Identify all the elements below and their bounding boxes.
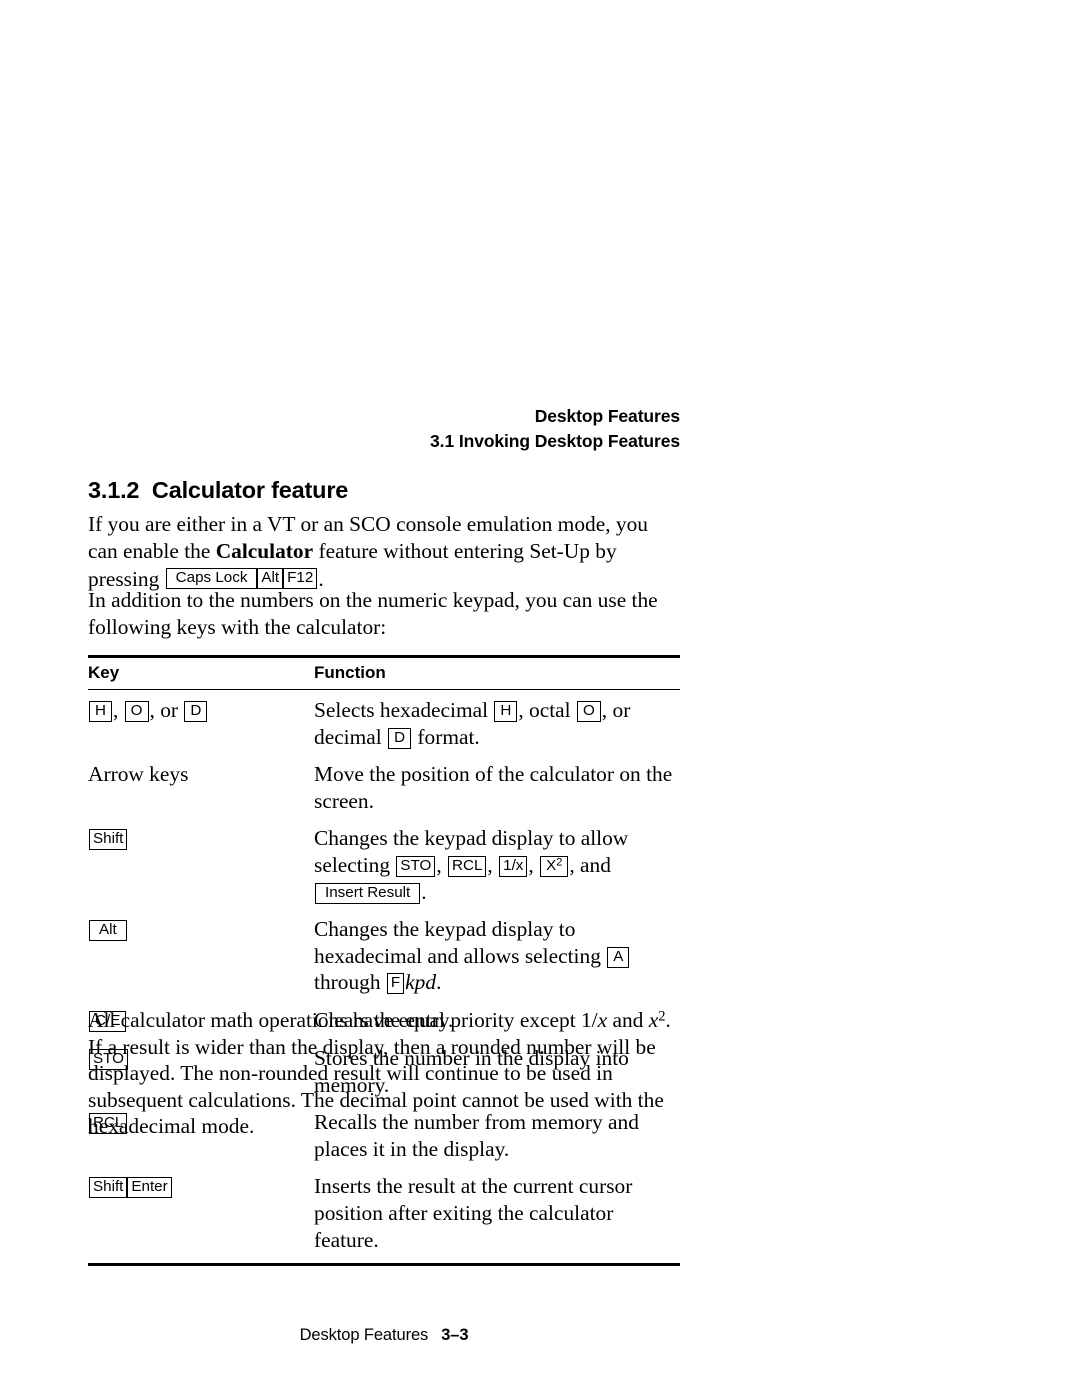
key-cap-x-squared-base: X	[546, 856, 557, 874]
function-text-part-5: , and	[569, 852, 611, 877]
function-text-part-3: .	[436, 970, 442, 995]
table-bottom-rule	[88, 1263, 680, 1267]
closing-paragraph: All calculator math operations have equa…	[88, 1007, 680, 1140]
math-exponent-two: 2	[658, 1008, 666, 1025]
function-text-part-1: Selects hexadecimal	[314, 698, 494, 722]
function-text-part-2: , octal	[518, 698, 576, 722]
key-sequence-shift-enter: Shift Enter	[89, 1173, 172, 1200]
table-cell-function: Move the position of the calculator on t…	[314, 762, 673, 813]
table-cell-key: H, O, or D	[88, 697, 308, 724]
closing-text-part-1: All calculator math operations have equa…	[88, 1008, 598, 1032]
page-footer: Desktop Features 3–3	[88, 1325, 680, 1345]
key-cap-h-inline: H	[494, 701, 518, 722]
key-separator-1: ,	[112, 698, 124, 722]
key-cap-enter: Enter	[127, 1177, 172, 1199]
function-text-part-4: format.	[412, 724, 480, 749]
table-cell-function: Changes the keypad display to hexadecima…	[314, 916, 680, 996]
table-row: Arrow keys Move the position of the calc…	[88, 761, 680, 825]
key-cap-a-inline: A	[607, 946, 630, 968]
key-label-arrow-keys: Arrow keys	[88, 762, 189, 787]
key-cap-d-inline: D	[388, 727, 412, 749]
table-header-key: Key	[88, 663, 120, 682]
section-heading: 3.1.2 Calculator feature	[88, 477, 349, 503]
running-head: Desktop Features 3.1 Invoking Desktop Fe…	[88, 404, 680, 454]
table-cell-key: Shift Enter	[88, 1173, 308, 1202]
math-variable-x-squared: x	[648, 1008, 659, 1032]
table-cell-key: Alt	[88, 916, 308, 943]
key-cap-insert-result-inline: Insert Result	[315, 882, 421, 904]
key-cap-x-squared-exponent: 2	[556, 856, 563, 869]
table-cell-key: Shift	[88, 825, 308, 852]
key-cap-f-inline: F	[386, 973, 405, 995]
keypad-qualifier-kpd: kpd	[405, 970, 437, 995]
table-cell-key: Arrow keys	[88, 761, 308, 788]
footer-page-number: 3–3	[441, 1326, 469, 1344]
key-cap-reciprocal-inline: 1/x	[499, 855, 528, 877]
key-cap-o: O	[124, 701, 149, 722]
key-cap-d: D	[184, 701, 208, 722]
running-head-line-2: 3.1 Invoking Desktop Features	[430, 431, 680, 451]
table-cell-function: Selects hexadecimal H, octal O, or decim…	[314, 697, 680, 750]
function-text-part-6: .	[421, 879, 427, 904]
key-cap-o-inline: O	[576, 701, 601, 722]
closing-text-part-2: and	[607, 1008, 649, 1032]
function-text-part-4: ,	[528, 852, 540, 877]
key-cap-sto-inline: STO	[396, 855, 436, 877]
key-cap-shift: Shift	[89, 1177, 128, 1199]
table-cell-function: Inserts the result at the current cursor…	[314, 1174, 633, 1252]
second-paragraph: In addition to the numbers on the numeri…	[88, 587, 680, 640]
intro-paragraph: If you are either in a VT or an SCO cons…	[88, 511, 680, 593]
key-cap-x-squared-inline: X2	[540, 855, 569, 877]
table-cell-function: Changes the keypad display to allow sele…	[314, 825, 680, 905]
function-text-part-3: ,	[487, 852, 499, 877]
function-text-part-1: Changes the keypad display to hexadecima…	[314, 917, 607, 968]
table-header-function: Function	[314, 663, 386, 682]
key-cap-alt: Alt	[89, 920, 127, 942]
key-separator-2: , or	[149, 698, 184, 722]
table-row: H, O, or D Selects hexadecimal H, octal …	[88, 697, 680, 761]
table-row: Shift Changes the keypad display to allo…	[88, 825, 680, 916]
table-row: Alt Changes the keypad display to hexade…	[88, 916, 680, 1007]
function-text-part-2: through	[314, 970, 386, 995]
key-cap-h: H	[89, 701, 112, 722]
document-page: Desktop Features 3.1 Invoking Desktop Fe…	[88, 0, 680, 1397]
math-variable-x-reciprocal: x	[597, 1008, 608, 1032]
table-body: H, O, or D Selects hexadecimal H, octal …	[88, 690, 680, 1263]
footer-title: Desktop Features	[299, 1326, 429, 1344]
second-paragraph-text: In addition to the numbers on the numeri…	[88, 588, 658, 639]
key-cap-rcl-inline: RCL	[448, 855, 487, 877]
key-cap-shift: Shift	[89, 829, 128, 851]
table-header-row: Key Function	[88, 658, 680, 689]
key-function-table: Key Function H, O, or D Selects hexadeci…	[88, 655, 680, 1267]
running-head-line-1: Desktop Features	[534, 406, 680, 426]
calculator-bold-term: Calculator	[215, 538, 314, 563]
function-text-part-2: ,	[436, 852, 448, 877]
table-row: Shift Enter Inserts the result at the cur…	[88, 1173, 680, 1255]
